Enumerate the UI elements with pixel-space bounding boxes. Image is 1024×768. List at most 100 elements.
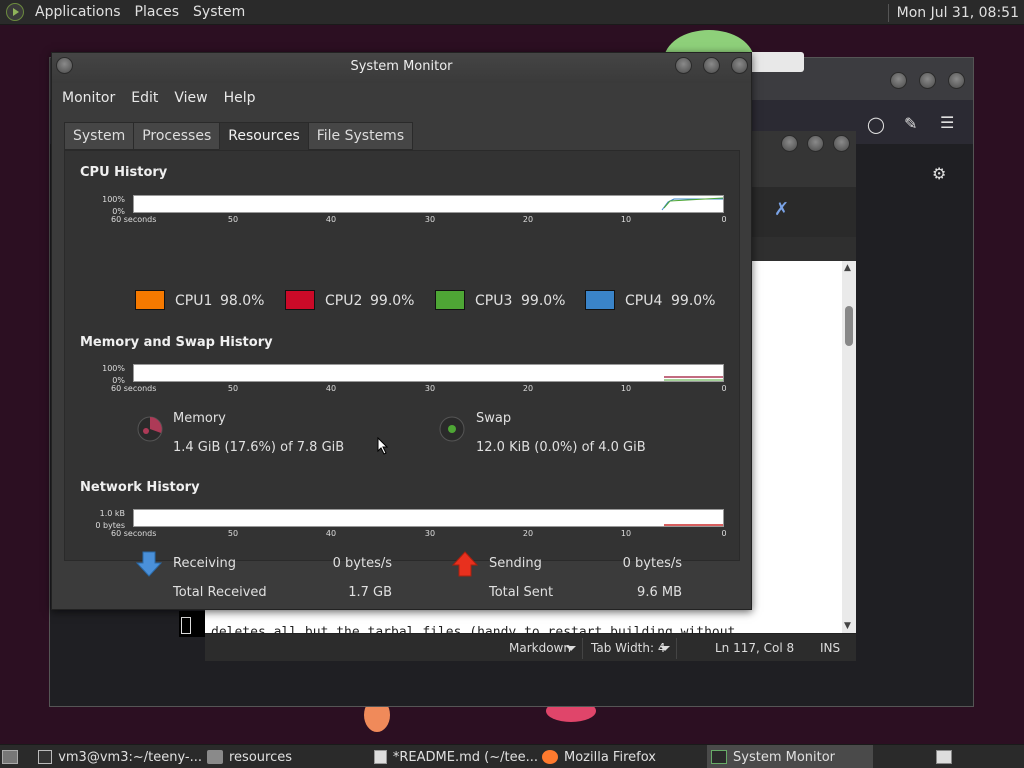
tab-width-dropdown[interactable]: Tab Width: 4: [587, 638, 677, 659]
gear-icon[interactable]: ⚙: [932, 164, 946, 183]
clock[interactable]: Mon Jul 31, 08:51: [887, 0, 1024, 25]
cpu-graph-lines: [661, 197, 723, 211]
workspace-switcher[interactable]: [936, 745, 958, 768]
maximize-button[interactable]: [703, 57, 720, 74]
cpu4-name: CPU4: [625, 293, 663, 309]
task-label: Mozilla Firefox: [564, 749, 656, 765]
memory-pie-icon[interactable]: [135, 414, 165, 444]
tick-label: 60 seconds: [111, 215, 157, 224]
menu-view[interactable]: View: [166, 90, 215, 106]
cpu3-value: 99.0%: [521, 293, 566, 309]
close-button[interactable]: [948, 72, 965, 89]
network-history-graph: [133, 509, 724, 527]
workspace-icon: [936, 750, 952, 764]
system-monitor-icon: [711, 750, 727, 764]
memory-scale-top: 100%: [102, 364, 125, 373]
close-button[interactable]: [731, 57, 748, 74]
sending-value: 0 bytes/s: [622, 556, 682, 571]
language-dropdown[interactable]: Markdown: [501, 638, 583, 659]
scroll-down-icon[interactable]: ▼: [844, 621, 851, 631]
menu-help[interactable]: Help: [216, 90, 264, 106]
memory-history-title: Memory and Swap History: [80, 335, 273, 350]
editor-scrollbar[interactable]: ▲ ▼: [842, 261, 856, 633]
minimize-button[interactable]: [781, 135, 798, 152]
maximize-button[interactable]: [919, 72, 936, 89]
tab-resources[interactable]: Resources: [219, 122, 309, 150]
tab-width-label: Tab Width: 4: [591, 641, 666, 655]
tick-label: 60 seconds: [111, 384, 157, 393]
titlebar[interactable]: System Monitor: [52, 53, 751, 83]
cpu2-color-button[interactable]: [285, 290, 315, 310]
task-text-editor[interactable]: *README.md (~/tee...: [374, 745, 538, 768]
menu-monitor[interactable]: Monitor: [54, 90, 123, 106]
editor-statusbar: Markdown Tab Width: 4 Ln 117, Col 8 INS: [205, 633, 856, 661]
tick-label: 30: [424, 529, 436, 538]
folder-icon: [207, 750, 223, 764]
swap-label: Swap: [476, 411, 512, 426]
sending-arrow-icon[interactable]: [451, 550, 479, 578]
show-desktop-icon: [2, 750, 18, 764]
tick-label: 0: [721, 215, 727, 224]
cpu4-color-button[interactable]: [585, 290, 615, 310]
menu-places[interactable]: Places: [128, 4, 187, 20]
show-desktop-button[interactable]: [2, 745, 24, 768]
tab-processes[interactable]: Processes: [133, 122, 221, 150]
scroll-up-icon[interactable]: ▲: [844, 263, 851, 273]
tick-label: 0: [721, 529, 727, 538]
pocket-icon[interactable]: ◯: [867, 115, 885, 134]
panel-separator: [887, 3, 889, 22]
task-label: *README.md (~/tee...: [392, 749, 538, 765]
menubar: Monitor Edit View Help: [52, 83, 751, 113]
scrollbar-thumb[interactable]: [845, 306, 853, 346]
cpu4-value: 99.0%: [671, 293, 716, 309]
memory-label: Memory: [173, 411, 226, 426]
maximize-button[interactable]: [807, 135, 824, 152]
cpu1-color-button[interactable]: [135, 290, 165, 310]
top-panel: Applications Places System Mon Jul 31, 0…: [0, 0, 1024, 25]
task-firefox[interactable]: Mozilla Firefox: [542, 745, 702, 768]
tab-file-systems[interactable]: File Systems: [307, 122, 414, 150]
memory-history-graph: [133, 364, 724, 382]
hamburger-menu-icon[interactable]: ☰: [940, 113, 954, 132]
extensions-icon[interactable]: ✎: [904, 114, 917, 133]
text-editor-icon: [374, 750, 387, 764]
tick-label: 50: [227, 215, 239, 224]
tab-system[interactable]: System: [64, 122, 135, 150]
task-terminal[interactable]: vm3@vm3:~/teeny-...: [38, 745, 202, 768]
system-monitor-window[interactable]: System Monitor Monitor Edit View Help Sy…: [51, 52, 752, 610]
window-menu-button[interactable]: [56, 57, 73, 74]
tick-label: 50: [227, 529, 239, 538]
minimize-button[interactable]: [890, 72, 907, 89]
menu-edit[interactable]: Edit: [123, 90, 166, 106]
cpu2-value: 99.0%: [370, 293, 415, 309]
tick-label: 20: [522, 529, 534, 538]
insert-mode: INS: [820, 641, 841, 655]
task-label: vm3@vm3:~/teeny-...: [58, 749, 202, 765]
swap-pie-icon[interactable]: [437, 414, 467, 444]
menu-applications[interactable]: Applications: [28, 4, 128, 20]
clock-label: Mon Jul 31, 08:51: [896, 4, 1019, 21]
tick-label: 60 seconds: [111, 529, 157, 538]
total-received-label: Total Received: [173, 585, 267, 600]
cpu-history-title: CPU History: [80, 165, 168, 180]
firefox-icon: [542, 750, 558, 764]
cpu1-name: CPU1: [175, 293, 213, 309]
cpu3-color-button[interactable]: [435, 290, 465, 310]
task-file-manager[interactable]: resources: [207, 745, 367, 768]
distro-logo-icon[interactable]: [6, 3, 24, 21]
tick-label: 30: [424, 215, 436, 224]
receiving-arrow-icon[interactable]: [135, 550, 163, 578]
spell-check-icon[interactable]: ✗: [774, 199, 789, 220]
language-label: Markdown: [509, 641, 571, 655]
terminal-cursor: [179, 611, 205, 637]
menu-system[interactable]: System: [186, 4, 252, 20]
close-button[interactable]: [833, 135, 850, 152]
tick-label: 40: [325, 529, 337, 538]
tick-label: 30: [424, 384, 436, 393]
task-label: resources: [229, 749, 293, 765]
total-sent-label: Total Sent: [489, 585, 554, 600]
task-system-monitor[interactable]: System Monitor: [707, 745, 873, 768]
cursor-position: Ln 117, Col 8: [715, 641, 795, 655]
minimize-button[interactable]: [675, 57, 692, 74]
tick-label: 10: [620, 384, 632, 393]
